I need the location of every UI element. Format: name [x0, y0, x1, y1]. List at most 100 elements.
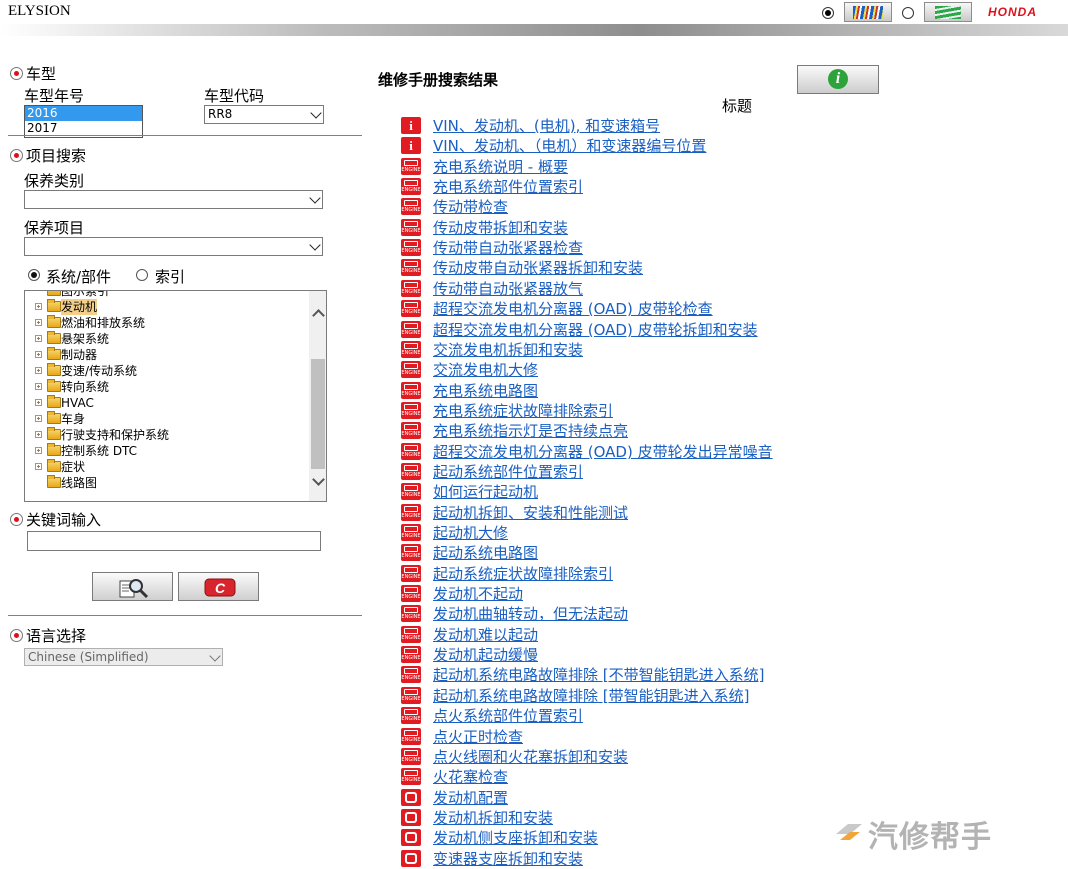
folder-icon [47, 291, 61, 296]
folder-icon [47, 331, 61, 344]
vehicle-section-radio[interactable] [10, 67, 23, 80]
books-icon [853, 6, 883, 19]
expand-icon[interactable] [35, 463, 42, 470]
item-search-section-radio[interactable] [10, 149, 23, 162]
model-code-select[interactable]: RR8 [204, 105, 324, 124]
result-link[interactable]: 传动皮带自动张紧器拆卸和安装 [433, 258, 643, 278]
info-button[interactable]: i [797, 65, 879, 94]
expand-icon[interactable] [35, 383, 42, 390]
folder-icon [47, 379, 61, 392]
result-link[interactable]: 发动机不起动 [433, 584, 523, 604]
model-year-option[interactable]: 2016 [25, 106, 142, 121]
result-link[interactable]: 发动机起动缓慢 [433, 645, 538, 665]
result-link[interactable]: 传动带自动张紧器放气 [433, 279, 583, 299]
system-component-label: 系统/部件 [46, 268, 112, 286]
result-link[interactable]: 点火线圈和火花塞拆卸和安装 [433, 747, 628, 767]
result-link[interactable]: 传动皮带拆卸和安装 [433, 218, 568, 238]
result-link[interactable]: 充电系统症状故障排除索引 [433, 401, 613, 421]
watermark-logo-icon [836, 824, 862, 840]
tree-item-label: 行驶支持和保护系统 [61, 428, 170, 442]
model-year-label: 车型年号 [24, 87, 85, 105]
result-link[interactable]: 起动机系统电路故障排除 [带智能钥匙进入系统] [433, 686, 749, 706]
result-link[interactable]: 发动机曲轴转动，但无法起动 [433, 604, 628, 624]
info-icon [401, 137, 421, 154]
result-link[interactable]: 变速器支座拆卸和安装 [433, 849, 583, 869]
result-link[interactable]: 超程交流发电机分离器 (OAD) 皮带轮拆卸和安装 [433, 320, 758, 340]
tree-scrollbar[interactable] [309, 291, 326, 501]
tree-scroll-thumb[interactable] [311, 359, 325, 469]
folder-icon [47, 475, 61, 488]
result-link[interactable]: 充电系统指示灯是否持续点亮 [433, 421, 628, 441]
result-link[interactable]: 起动机拆卸、安装和性能测试 [433, 503, 628, 523]
maintenance-item-select[interactable] [24, 237, 323, 256]
colored-books-view-radio[interactable] [822, 7, 834, 19]
result-link[interactable]: 起动机系统电路故障排除 [不带智能钥匙进入系统] [433, 665, 764, 685]
keyword-section-radio[interactable] [10, 513, 23, 526]
expand-icon[interactable] [35, 335, 42, 342]
result-link[interactable]: 起动系统症状故障排除索引 [433, 564, 613, 584]
chevron-up-icon[interactable] [312, 309, 325, 322]
engine-icon [401, 626, 421, 643]
green-book-view-radio[interactable] [902, 7, 914, 19]
result-link[interactable]: 传动带检查 [433, 197, 508, 217]
result-link[interactable]: 如何运行起动机 [433, 482, 538, 502]
colored-books-view-button[interactable] [844, 2, 892, 22]
result-link[interactable]: 发动机配置 [433, 788, 508, 808]
engine-icon [401, 544, 421, 561]
result-link[interactable]: 超程交流发电机分离器 (OAD) 皮带轮检查 [433, 299, 713, 319]
result-link[interactable]: VIN、发动机、（电机）和变速器编号位置 [433, 136, 706, 156]
engine-icon [401, 687, 421, 704]
result-link[interactable]: 起动系统部件位置索引 [433, 462, 583, 482]
watermark: 汽修帮手 [868, 820, 992, 855]
result-link[interactable]: 点火正时检查 [433, 727, 523, 747]
engine-icon [401, 463, 421, 480]
model-year-option[interactable]: 2017 [25, 121, 142, 136]
expand-icon[interactable] [35, 447, 42, 454]
result-link[interactable]: 发动机难以起动 [433, 625, 538, 645]
expand-icon[interactable] [35, 351, 42, 358]
folder-icon [47, 443, 61, 456]
expand-icon[interactable] [35, 303, 42, 310]
language-section-radio[interactable] [10, 629, 23, 642]
result-link[interactable]: 充电系统部件位置索引 [433, 177, 583, 197]
result-link[interactable]: 发动机侧支座拆卸和安装 [433, 828, 598, 848]
result-link[interactable]: 传动带自动张紧器检查 [433, 238, 583, 258]
result-link[interactable]: 点火系统部件位置索引 [433, 706, 583, 726]
result-link[interactable]: 超程交流发电机分离器 (OAD) 皮带轮发出异常噪音 [433, 442, 773, 462]
expand-icon[interactable] [35, 367, 42, 374]
expand-icon[interactable] [35, 319, 42, 326]
result-link[interactable]: 火花塞检查 [433, 767, 508, 787]
tree-item-label: HVAC [61, 396, 94, 410]
engine-icon [401, 443, 421, 460]
keyword-input[interactable] [27, 531, 321, 551]
model-code-value: RR8 [208, 107, 233, 121]
engine-icon [401, 504, 421, 521]
tree-item-label: 线路图 [61, 476, 98, 490]
result-link[interactable]: 交流发电机拆卸和安装 [433, 340, 583, 360]
chevron-down-icon [209, 650, 221, 662]
search-button[interactable] [92, 572, 173, 601]
engine-icon [401, 768, 421, 785]
language-select[interactable]: Chinese (Simplified) [24, 648, 223, 666]
model-year-listbox[interactable]: 2016 2017 [24, 105, 143, 138]
result-link[interactable]: VIN、发动机、(电机), 和变速箱号 [433, 116, 660, 136]
green-book-view-button[interactable] [924, 2, 972, 22]
expand-icon[interactable] [35, 431, 42, 438]
result-link[interactable]: 发动机拆卸和安装 [433, 808, 553, 828]
expand-icon[interactable] [35, 415, 42, 422]
result-link[interactable]: 起动机大修 [433, 523, 508, 543]
index-radio[interactable] [136, 269, 148, 281]
engine-icon [401, 605, 421, 622]
engine-icon [401, 300, 421, 317]
clear-button[interactable]: C [178, 572, 259, 601]
maintenance-item-label: 保养项目 [24, 219, 85, 237]
expand-icon[interactable] [35, 399, 42, 406]
maintenance-category-select[interactable] [24, 190, 323, 209]
result-link[interactable]: 起动系统电路图 [433, 543, 538, 563]
result-link[interactable]: 充电系统电路图 [433, 381, 538, 401]
result-link[interactable]: 充电系统说明 - 概要 [433, 157, 568, 177]
result-link[interactable]: 交流发电机大修 [433, 360, 538, 380]
system-tree[interactable]: 图示索引 发动机 燃油和排放系统 悬架系统 制动器 变速/传动系统 转向系统 HVAC 车身 行驶… [24, 290, 327, 502]
system-component-radio[interactable] [28, 269, 40, 281]
chevron-down-icon[interactable] [312, 473, 325, 486]
